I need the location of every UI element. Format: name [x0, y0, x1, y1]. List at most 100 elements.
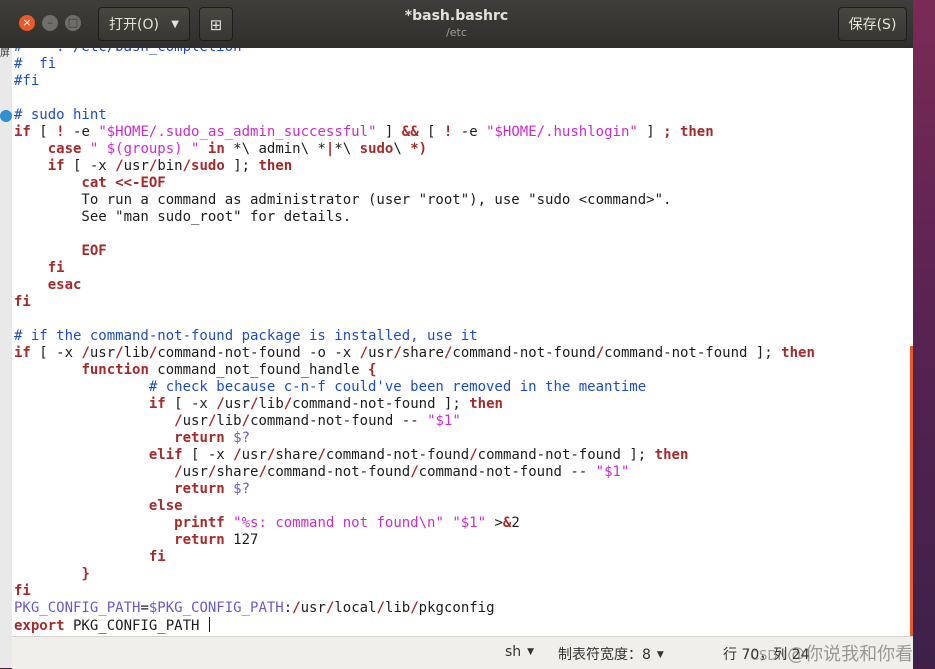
code-token: *)	[410, 141, 428, 157]
code-line[interactable]: /usr/share/command-not-found/command-not…	[14, 464, 815, 481]
code-token: if	[47, 158, 65, 174]
code-line[interactable]: EOF	[14, 243, 815, 260]
code-token: &&	[401, 124, 419, 140]
code-token: /	[174, 464, 183, 480]
code-line[interactable]: case " $(groups) " in *\ admin\ *|*\ sud…	[14, 141, 815, 158]
code-line[interactable]: #fi	[14, 73, 815, 90]
code-line[interactable]: return $?	[14, 481, 815, 498]
code-line[interactable]: }	[14, 566, 815, 583]
save-button[interactable]: 保存(S)	[838, 7, 907, 41]
code-line[interactable]: else	[14, 498, 815, 515]
code-line[interactable]: fi	[14, 260, 815, 277]
code-token: $PKG_CONFIG_PATH	[148, 600, 284, 616]
code-line[interactable]: if [ -x /usr/bin/sudo ]; then	[14, 158, 815, 175]
code-token: # sudo hint	[14, 107, 107, 123]
code-line[interactable]: See "man sudo_root" for details.	[14, 209, 815, 226]
code-line[interactable]: fi	[14, 294, 815, 311]
code-token: /	[283, 396, 293, 412]
code-token: {	[368, 362, 377, 378]
code-token: ; then	[663, 124, 714, 140]
code-token: usr	[123, 158, 149, 174]
code-token: [	[418, 124, 444, 140]
code-token: lib	[258, 396, 284, 412]
code-line[interactable]: To run a command as administrator (user …	[14, 192, 815, 209]
code-token: /	[258, 464, 267, 480]
tab-width-selector[interactable]: 制表符宽度：8 ▼	[558, 644, 664, 664]
code-line[interactable]: esac	[14, 277, 815, 294]
code-line[interactable]: if [ -x /usr/lib/command-not-found ]; th…	[14, 396, 815, 413]
code-token: esac	[47, 277, 82, 293]
code-token: then	[654, 447, 689, 463]
code-line[interactable]	[14, 226, 815, 243]
code-token: /	[376, 600, 385, 616]
code-token: # check because c-n-f could've been remo…	[148, 379, 647, 395]
code-line[interactable]: cat <<-EOF	[14, 175, 815, 192]
code-line[interactable]	[14, 311, 815, 328]
code-token: To run a command as administrator (user …	[14, 192, 672, 208]
code-line[interactable]: fi	[14, 549, 815, 566]
scrollbar-indicator[interactable]	[910, 346, 913, 636]
code-token: /	[469, 447, 478, 463]
code-token: /	[216, 396, 225, 412]
code-token: >	[486, 515, 503, 531]
code-line[interactable]: export PKG_CONFIG_PATH	[14, 617, 815, 634]
code-token: pkgconfig	[418, 600, 495, 616]
code-token: if	[14, 124, 31, 140]
code-token: /	[115, 158, 124, 174]
text-editor[interactable]: # . /etc/bash_completion# fi#fi # sudo h…	[12, 48, 913, 636]
code-token: /	[393, 345, 402, 361]
code-line[interactable]: # if the command-not-found package is in…	[14, 328, 815, 345]
code-line[interactable]: # sudo hint	[14, 107, 815, 124]
code-token: return	[174, 430, 225, 446]
code-line[interactable]: # . /etc/bash_completion	[14, 48, 815, 56]
code-token: /	[174, 413, 183, 429]
code-line[interactable]	[14, 90, 815, 107]
code-line[interactable]: /usr/lib/command-not-found -- "$1"	[14, 413, 815, 430]
code-line[interactable]: # check because c-n-f could've been remo…	[14, 379, 815, 396]
code-line[interactable]: if [ -x /usr/lib/command-not-found -o -x…	[14, 345, 815, 362]
code-token: command-not-found	[325, 447, 470, 463]
code-token: usr	[224, 396, 251, 412]
chevron-down-icon: ▼	[527, 647, 535, 657]
code-line[interactable]: return 127	[14, 532, 815, 549]
header-bar: × – □ 打开(O) ▼ ⊞ *bash.bashrc /etc 保存(S)	[0, 0, 913, 48]
code-token: share	[216, 464, 259, 480]
code-token: *\	[334, 141, 360, 157]
code-line[interactable]: function command_not_found_handle {	[14, 362, 815, 379]
code-line[interactable]: # fi	[14, 56, 815, 73]
code-line[interactable]: PKG_CONFIG_PATH=$PKG_CONFIG_PATH:/usr/lo…	[14, 600, 815, 617]
code-token: else	[148, 498, 183, 514]
code-token: }	[81, 566, 90, 582]
code-line[interactable]: printf "%s: command not found\n" "$1" >&…	[14, 515, 815, 532]
desktop-app-icon[interactable]	[0, 110, 12, 122]
code-token: fi	[148, 549, 166, 565]
code-token: usr	[300, 600, 326, 616]
code-token: command_not_found_handle	[148, 362, 369, 378]
code-token: in	[207, 141, 225, 157]
code-line[interactable]: return $?	[14, 430, 815, 447]
code-token: command-not-found	[452, 345, 596, 361]
code-token: command-not-found ];	[292, 396, 470, 412]
code-token: *\ admin\ *	[224, 141, 326, 157]
language-selector[interactable]: sh ▼	[505, 644, 534, 660]
code-line[interactable]: if [ ! -e "$HOME/.sudo_as_admin_successf…	[14, 124, 815, 141]
code-token: export	[14, 618, 65, 634]
code-token: then	[781, 345, 815, 361]
code-line[interactable]: fi	[14, 583, 815, 600]
code-token: #fi	[14, 73, 40, 89]
code-token: /	[317, 447, 326, 463]
code-line[interactable]: elif [ -x /usr/share/command-not-found/c…	[14, 447, 815, 464]
window-title: *bash.bashrc	[404, 8, 509, 24]
code-token: usr	[368, 345, 394, 361]
code-content[interactable]: # . /etc/bash_completion# fi#fi # sudo h…	[14, 48, 815, 634]
code-token: then	[469, 396, 503, 412]
